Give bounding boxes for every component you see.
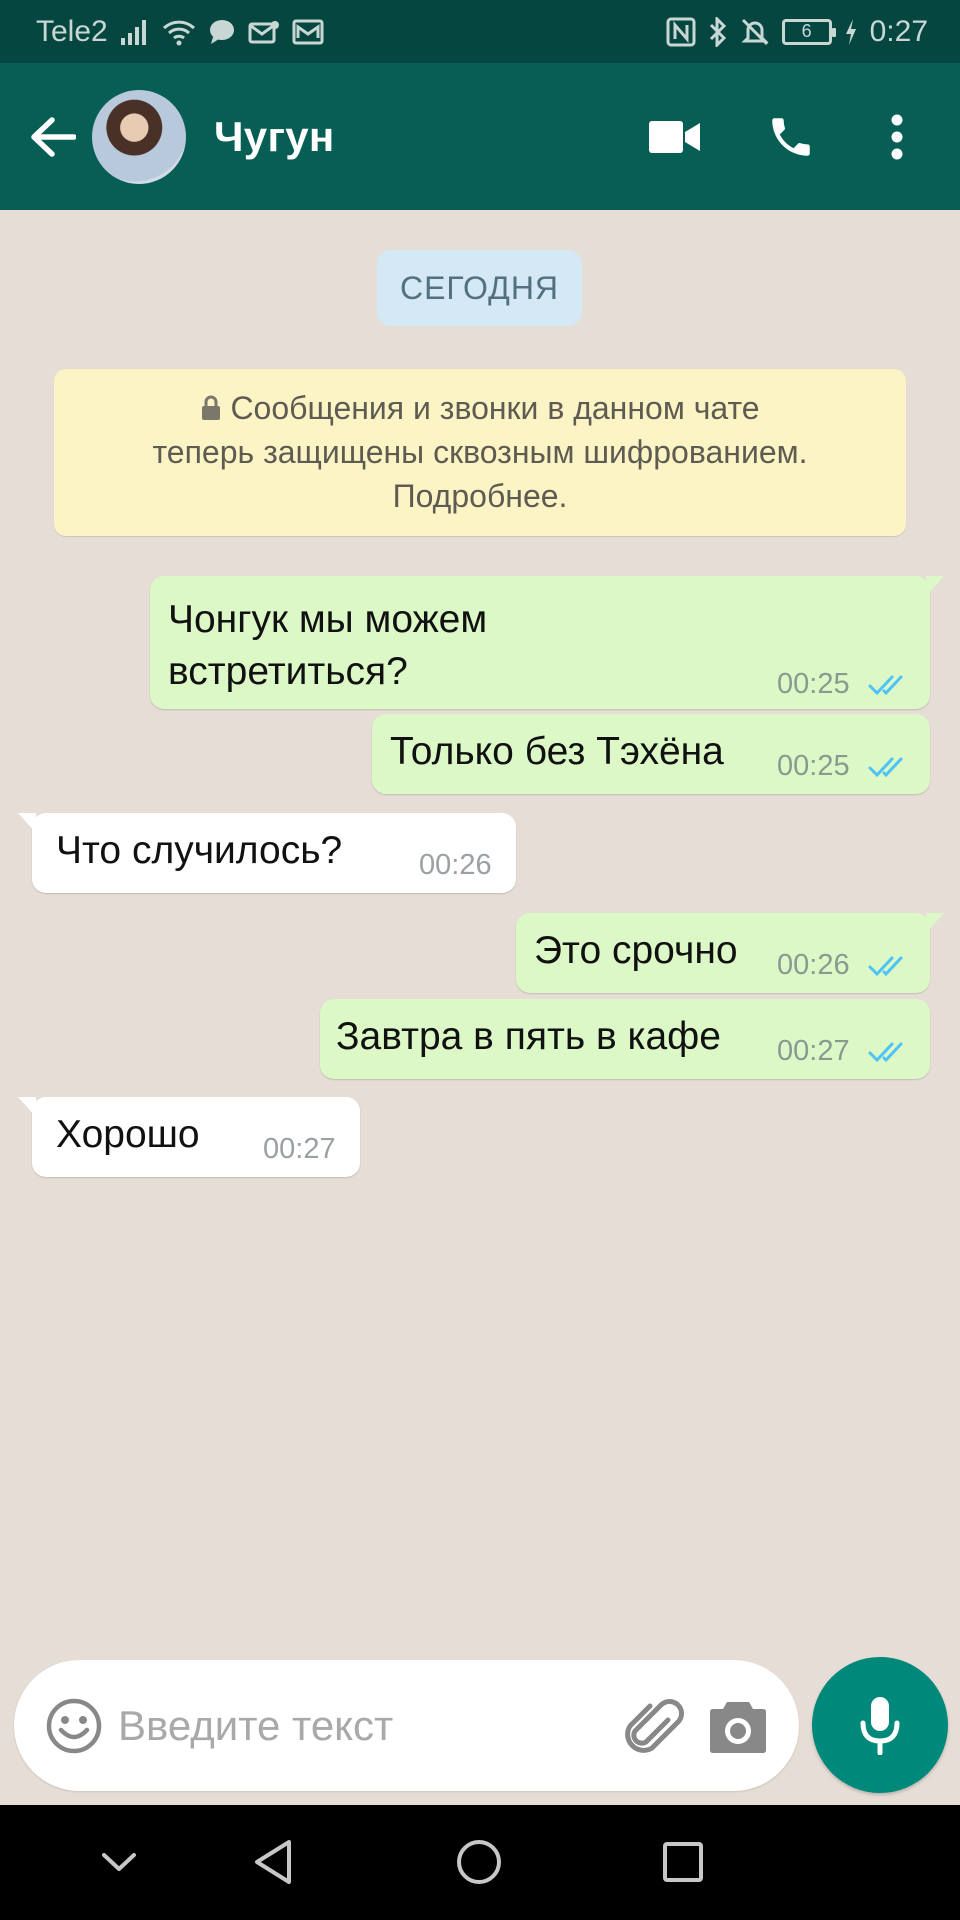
attach-button[interactable] (618, 1692, 686, 1760)
video-call-button[interactable] (630, 92, 720, 182)
message-bubble-incoming[interactable]: Что случилось? 00:26 (18, 813, 516, 893)
nav-home-icon (457, 1840, 501, 1884)
battery-icon: 6 (781, 18, 836, 45)
chat-area[interactable]: СЕГОДНЯ Сообщения и звонки в данном чате… (0, 210, 960, 1805)
read-ticks-icon (868, 757, 903, 778)
nav-back-icon (255, 1840, 291, 1884)
chat-header: Чугун (0, 63, 960, 210)
video-call-icon (649, 120, 700, 153)
mute-icon (740, 15, 770, 49)
more-options-button[interactable] (852, 92, 942, 182)
message-text: Это срочно (534, 929, 738, 972)
status-bar: Tele2 6 0:27 (0, 0, 960, 63)
message-time: 00:26 (419, 849, 492, 881)
emoji-button[interactable] (44, 1696, 104, 1756)
nav-hide-icon (102, 1853, 136, 1871)
read-ticks-icon (868, 956, 903, 977)
contact-name[interactable]: Чугун (214, 113, 335, 161)
message-text: Только без Тэхёна (390, 730, 724, 773)
system-navigation-bar (0, 1805, 960, 1920)
nav-back-button[interactable] (238, 1827, 308, 1897)
voice-message-button[interactable] (812, 1657, 948, 1793)
message-bubble-outgoing[interactable]: Завтра в пять в кафе 00:27 (320, 999, 930, 1079)
read-ticks-icon (868, 1042, 903, 1063)
message-bubble-outgoing[interactable]: Это срочно 00:26 (516, 913, 944, 993)
nfc-icon (666, 15, 696, 49)
message-input[interactable] (118, 1688, 608, 1764)
nav-recents-icon (663, 1842, 703, 1882)
encryption-learn-more-link[interactable]: Подробнее. (54, 474, 906, 518)
message-text: Что случилось? (56, 829, 343, 872)
date-chip: СЕГОДНЯ (377, 250, 582, 326)
back-button[interactable] (18, 97, 88, 177)
mail-icon (292, 15, 324, 49)
nav-hide-button[interactable] (84, 1827, 154, 1897)
message-time: 00:25 (777, 668, 850, 700)
voice-call-button[interactable] (746, 92, 836, 182)
more-options-icon (891, 114, 903, 159)
encryption-notice-line: теперь защищены сквозным шифрованием. (152, 434, 808, 470)
signal-icon (120, 15, 150, 49)
message-bubble-outgoing[interactable]: Только без Тэхёна 00:25 (372, 714, 930, 794)
message-time: 00:27 (263, 1133, 336, 1165)
nav-home-button[interactable] (444, 1827, 514, 1897)
composer (14, 1660, 799, 1791)
back-arrow-icon (31, 116, 76, 157)
phone-icon (772, 117, 810, 156)
attach-icon (625, 1699, 684, 1753)
lock-icon (202, 395, 221, 420)
contact-avatar[interactable] (92, 89, 186, 184)
message-text: Завтра в пять в кафе (336, 1015, 721, 1058)
camera-icon (710, 1702, 766, 1753)
chat-notification-icon (208, 15, 236, 49)
bluetooth-icon (708, 15, 728, 49)
charging-icon (844, 15, 858, 49)
encryption-notice[interactable]: Сообщения и звонки в данном чате теперь … (54, 369, 906, 536)
wifi-icon (162, 15, 196, 49)
emoji-icon (46, 1698, 102, 1754)
clock: 0:27 (869, 14, 928, 48)
carrier-label: Tele2 (36, 14, 108, 48)
mic-icon (860, 1697, 900, 1755)
status-bar-left: Tele2 (36, 15, 324, 49)
encryption-notice-line: Сообщения и звонки в данном чате (54, 386, 906, 430)
message-text: Хорошо (56, 1113, 200, 1156)
message-text: Чонгук мы можем встретиться? (168, 598, 488, 693)
read-ticks-icon (868, 675, 903, 696)
message-bubble-outgoing[interactable]: Чонгук мы можем встретиться? 00:25 (150, 576, 944, 709)
mail-icon (248, 15, 280, 49)
status-bar-right: 6 0:27 (666, 15, 928, 49)
message-bubble-incoming[interactable]: Хорошо 00:27 (18, 1097, 360, 1177)
camera-button[interactable] (709, 1698, 767, 1754)
message-time: 00:25 (777, 750, 850, 782)
message-time: 00:26 (777, 949, 850, 981)
nav-recents-button[interactable] (648, 1827, 718, 1897)
message-time: 00:27 (777, 1035, 850, 1067)
